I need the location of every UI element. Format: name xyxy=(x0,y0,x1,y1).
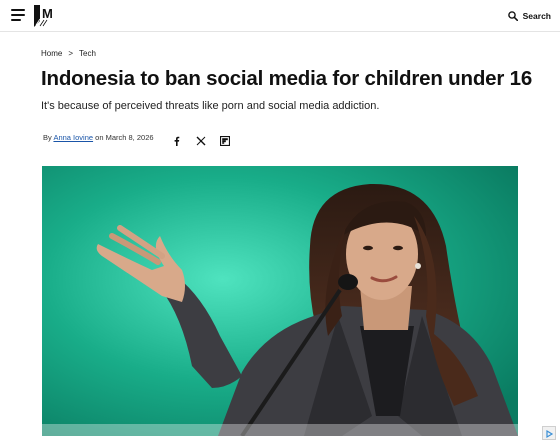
breadcrumb-separator: > xyxy=(68,49,74,58)
article-byline: By Anna Iovine on March 8, 2026 xyxy=(43,133,154,142)
search-icon xyxy=(507,11,518,21)
author-link[interactable]: Anna Iovine xyxy=(53,133,93,142)
byline-prefix: By xyxy=(43,133,52,142)
search-label: Search xyxy=(522,11,551,21)
breadcrumb-tech[interactable]: Tech xyxy=(79,49,96,58)
x-twitter-icon[interactable] xyxy=(196,133,206,146)
svg-text:M: M xyxy=(42,6,53,21)
site-logo[interactable]: M xyxy=(34,5,58,27)
publish-date: March 8, 2026 xyxy=(105,133,154,142)
date-prefix: on xyxy=(95,133,104,142)
flipboard-icon[interactable] xyxy=(219,133,231,147)
search-button[interactable]: Search xyxy=(507,9,551,23)
hamburger-menu-icon[interactable] xyxy=(11,9,25,21)
article-title: Indonesia to ban social media for childr… xyxy=(41,67,533,90)
top-navigation-bar: M Search xyxy=(0,0,560,32)
breadcrumb-home[interactable]: Home xyxy=(41,49,62,58)
article-subtitle: It's because of perceived threats like p… xyxy=(41,100,380,112)
facebook-icon[interactable] xyxy=(172,133,182,146)
adchoices-icon[interactable] xyxy=(542,426,556,440)
hero-image xyxy=(42,166,518,436)
breadcrumb: Home > Tech xyxy=(41,49,96,58)
